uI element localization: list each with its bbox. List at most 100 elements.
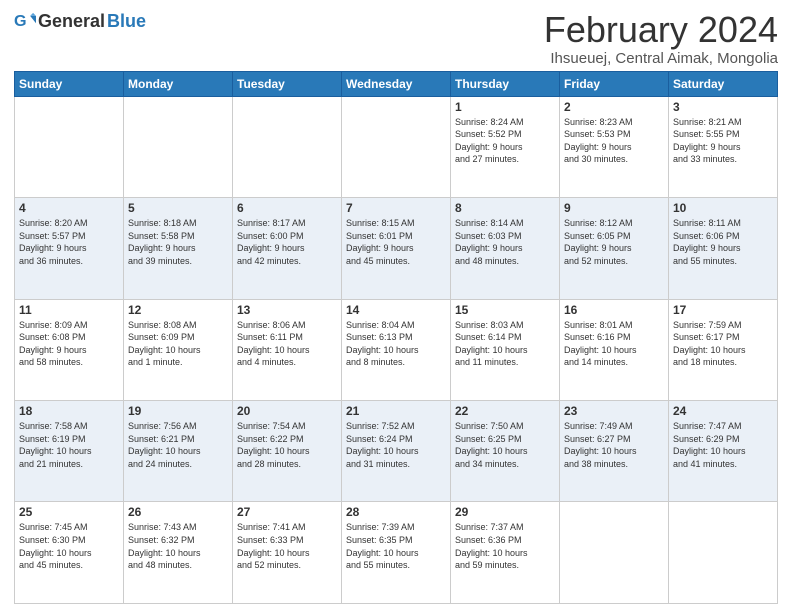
calendar-cell: 16 Sunrise: 8:01 AM Sunset: 6:16 PM Dayli… [560,299,669,400]
calendar-cell: 19 Sunrise: 7:56 AM Sunset: 6:21 PM Dayli… [124,401,233,502]
calendar-week-3: 11Sunrise: 8:09 AM Sunset: 6:08 PM Dayli… [15,299,778,400]
day-number: 4 [19,201,119,215]
day-info: Sunrise: 8:24 AM Sunset: 5:52 PM Dayligh… [455,116,555,166]
calendar-cell: 8Sunrise: 8:14 AM Sunset: 6:03 PM Daylig… [451,198,560,299]
calendar-cell: 18 Sunrise: 7:58 AM Sunset: 6:19 PM Dayli… [15,401,124,502]
calendar-cell: 26 Sunrise: 7:43 AM Sunset: 6:32 PM Dayli… [124,502,233,604]
day-info: Sunrise: 8:04 AM Sunset: 6:13 PM Dayligh… [346,319,446,369]
calendar-cell: 11Sunrise: 8:09 AM Sunset: 6:08 PM Dayli… [15,299,124,400]
day-info: Sunrise: 7:41 AM Sunset: 6:33 PM Dayligh… [237,521,337,571]
calendar: SundayMondayTuesdayWednesdayThursdayFrid… [14,71,778,604]
day-number: 21 [346,404,446,418]
calendar-cell: 25 Sunrise: 7:45 AM Sunset: 6:30 PM Dayli… [15,502,124,604]
calendar-cell: 20 Sunrise: 7:54 AM Sunset: 6:22 PM Dayli… [233,401,342,502]
calendar-cell: 10 Sunrise: 8:11 AM Sunset: 6:06 PM Dayli… [669,198,778,299]
day-number: 10 [673,201,773,215]
weekday-header-thursday: Thursday [451,71,560,96]
day-info: Sunrise: 8:11 AM Sunset: 6:06 PM Dayligh… [673,217,773,267]
weekday-header-saturday: Saturday [669,71,778,96]
day-info: Sunrise: 8:23 AM Sunset: 5:53 PM Dayligh… [564,116,664,166]
calendar-header: SundayMondayTuesdayWednesdayThursdayFrid… [15,71,778,96]
calendar-cell [233,96,342,197]
day-number: 24 [673,404,773,418]
day-info: Sunrise: 7:59 AM Sunset: 6:17 PM Dayligh… [673,319,773,369]
day-number: 18 [19,404,119,418]
weekday-header-tuesday: Tuesday [233,71,342,96]
calendar-cell: 3 Sunrise: 8:21 AM Sunset: 5:55 PM Daylig… [669,96,778,197]
day-info: Sunrise: 8:08 AM Sunset: 6:09 PM Dayligh… [128,319,228,369]
logo-general: General [38,11,105,32]
calendar-cell: 5 Sunrise: 8:18 AM Sunset: 5:58 PM Daylig… [124,198,233,299]
logo-icon: G [14,10,36,32]
day-number: 28 [346,505,446,519]
day-number: 2 [564,100,664,114]
calendar-cell: 27 Sunrise: 7:41 AM Sunset: 6:33 PM Dayli… [233,502,342,604]
calendar-cell: 14 Sunrise: 8:04 AM Sunset: 6:13 PM Dayli… [342,299,451,400]
day-number: 8 [455,201,555,215]
calendar-cell: 23 Sunrise: 7:49 AM Sunset: 6:27 PM Dayli… [560,401,669,502]
day-number: 12 [128,303,228,317]
calendar-cell: 4 Sunrise: 8:20 AM Sunset: 5:57 PM Daylig… [15,198,124,299]
day-info: Sunrise: 7:54 AM Sunset: 6:22 PM Dayligh… [237,420,337,470]
day-number: 25 [19,505,119,519]
day-number: 22 [455,404,555,418]
month-title: February 2024 [544,10,778,50]
day-info: Sunrise: 7:37 AM Sunset: 6:36 PM Dayligh… [455,521,555,571]
day-number: 20 [237,404,337,418]
calendar-week-5: 25 Sunrise: 7:45 AM Sunset: 6:30 PM Dayli… [15,502,778,604]
svg-text:G: G [14,12,27,30]
logo-blue: Blue [107,11,146,32]
day-number: 5 [128,201,228,215]
calendar-week-1: 1 Sunrise: 8:24 AM Sunset: 5:52 PM Daylig… [15,96,778,197]
day-number: 7 [346,201,446,215]
day-number: 17 [673,303,773,317]
calendar-cell: 29 Sunrise: 7:37 AM Sunset: 6:36 PM Dayli… [451,502,560,604]
weekday-header-friday: Friday [560,71,669,96]
calendar-cell: 15 Sunrise: 8:03 AM Sunset: 6:14 PM Dayli… [451,299,560,400]
calendar-cell [15,96,124,197]
day-number: 1 [455,100,555,114]
calendar-cell: 1 Sunrise: 8:24 AM Sunset: 5:52 PM Daylig… [451,96,560,197]
day-info: Sunrise: 7:49 AM Sunset: 6:27 PM Dayligh… [564,420,664,470]
weekday-row: SundayMondayTuesdayWednesdayThursdayFrid… [15,71,778,96]
weekday-header-monday: Monday [124,71,233,96]
calendar-cell: 9 Sunrise: 8:12 AM Sunset: 6:05 PM Daylig… [560,198,669,299]
calendar-cell: 2 Sunrise: 8:23 AM Sunset: 5:53 PM Daylig… [560,96,669,197]
day-info: Sunrise: 8:21 AM Sunset: 5:55 PM Dayligh… [673,116,773,166]
day-info: Sunrise: 7:43 AM Sunset: 6:32 PM Dayligh… [128,521,228,571]
day-number: 26 [128,505,228,519]
page: G GeneralBlue February 2024 Ihsueuej, Ce… [0,0,792,612]
day-number: 6 [237,201,337,215]
calendar-cell: 22Sunrise: 7:50 AM Sunset: 6:25 PM Dayli… [451,401,560,502]
day-info: Sunrise: 8:01 AM Sunset: 6:16 PM Dayligh… [564,319,664,369]
day-info: Sunrise: 7:45 AM Sunset: 6:30 PM Dayligh… [19,521,119,571]
calendar-cell: 12 Sunrise: 8:08 AM Sunset: 6:09 PM Dayli… [124,299,233,400]
calendar-cell: 6Sunrise: 8:17 AM Sunset: 6:00 PM Daylig… [233,198,342,299]
day-number: 9 [564,201,664,215]
day-number: 29 [455,505,555,519]
calendar-cell [669,502,778,604]
day-number: 15 [455,303,555,317]
calendar-cell: 17 Sunrise: 7:59 AM Sunset: 6:17 PM Dayli… [669,299,778,400]
day-number: 27 [237,505,337,519]
calendar-week-2: 4 Sunrise: 8:20 AM Sunset: 5:57 PM Daylig… [15,198,778,299]
day-number: 23 [564,404,664,418]
day-info: Sunrise: 8:18 AM Sunset: 5:58 PM Dayligh… [128,217,228,267]
day-info: Sunrise: 8:20 AM Sunset: 5:57 PM Dayligh… [19,217,119,267]
title-area: February 2024 Ihsueuej, Central Aimak, M… [544,10,778,67]
calendar-cell [124,96,233,197]
day-number: 19 [128,404,228,418]
weekday-header-sunday: Sunday [15,71,124,96]
logo-area: G GeneralBlue [14,10,146,32]
header: G GeneralBlue February 2024 Ihsueuej, Ce… [14,10,778,67]
calendar-cell: 21Sunrise: 7:52 AM Sunset: 6:24 PM Dayli… [342,401,451,502]
calendar-week-4: 18 Sunrise: 7:58 AM Sunset: 6:19 PM Dayli… [15,401,778,502]
calendar-cell: 13Sunrise: 8:06 AM Sunset: 6:11 PM Dayli… [233,299,342,400]
day-info: Sunrise: 8:12 AM Sunset: 6:05 PM Dayligh… [564,217,664,267]
day-number: 3 [673,100,773,114]
day-info: Sunrise: 7:58 AM Sunset: 6:19 PM Dayligh… [19,420,119,470]
day-number: 14 [346,303,446,317]
day-number: 16 [564,303,664,317]
day-info: Sunrise: 8:03 AM Sunset: 6:14 PM Dayligh… [455,319,555,369]
day-info: Sunrise: 7:56 AM Sunset: 6:21 PM Dayligh… [128,420,228,470]
